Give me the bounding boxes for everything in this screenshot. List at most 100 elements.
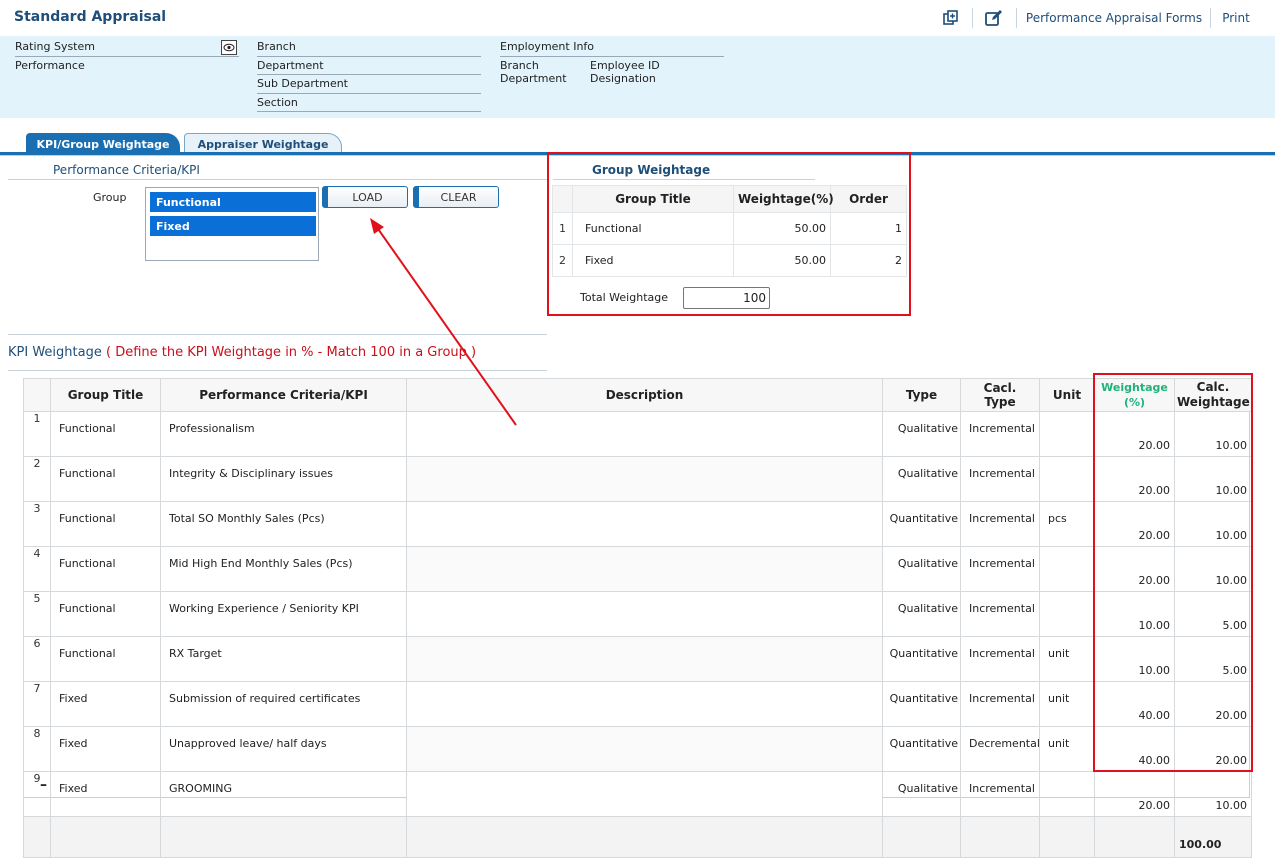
total-weightage-label: Total Weightage [580,291,668,304]
table-row: 6 Functional RX Target Quantitative Incremen… [23,636,1252,682]
edit-icon[interactable] [980,6,1008,30]
row-number: 1 [23,411,51,457]
unit-cell [1039,411,1095,457]
group-title-cell: Fixed [572,244,734,277]
row-number: 5 [23,591,51,637]
description-cell[interactable] [406,636,883,682]
table-header [552,185,573,213]
weightage-cell[interactable]: 50.00 [733,244,831,277]
row-number: 6 [23,636,51,682]
group-title-cell: Functional [50,501,161,547]
row-number: 2 [23,456,51,502]
department-label: Department [257,59,324,72]
group-weightage-table: Group Title Weightage(%) Order 1 Functio… [552,185,907,277]
group-title-cell: Fixed [50,726,161,772]
group-title-cell: Functional [50,636,161,682]
unit-cell: unit [1039,681,1095,727]
table-cell [160,816,407,858]
page-title: Standard Appraisal [14,9,167,25]
calc-type-cell: Incremental [960,501,1040,547]
calc-type-cell: Incremental [960,411,1040,457]
row-number: 3 [23,501,51,547]
row-number: 4 [23,546,51,592]
type-cell: Quantitative [882,501,961,547]
group-title-cell: Fixed [50,681,161,727]
table-row: 5 Functional Working Experience / Seniorit… [23,591,1252,637]
unit-cell [1039,771,1095,817]
group-option-functional[interactable]: Functional [150,192,316,212]
weightage-columns-highlight [1093,373,1253,772]
description-cell[interactable] [406,546,883,592]
unit-cell: pcs [1039,501,1095,547]
collapse-toggle[interactable]: – [40,777,47,793]
description-cell[interactable] [406,681,883,727]
table-cell [23,816,51,858]
table-row: 7 Fixed Submission of required certificate… [23,681,1252,727]
group-label: Group [93,191,127,204]
kpi-weightage-title: KPI Weightage [8,345,102,360]
type-cell: Qualitative [882,456,961,502]
tab-appraiser-weightage[interactable]: Appraiser Weightage [184,133,342,154]
group-title-cell: Fixed [50,771,161,817]
clear-button[interactable]: CLEAR [413,186,499,208]
unit-cell [1039,591,1095,637]
type-cell: Qualitative [882,771,961,817]
branch-label: Branch [257,40,296,53]
description-cell[interactable] [406,501,883,547]
emp-branch-label: Branch [500,59,539,72]
description-cell[interactable] [406,591,883,637]
group-listbox[interactable]: Functional Fixed [145,187,319,261]
toolbar-divider [1210,8,1211,28]
weightage-cell[interactable]: 20.00 [1094,771,1175,817]
order-cell[interactable]: 2 [830,244,907,277]
copy-icon[interactable] [938,6,964,30]
table-row: 1 Functional 50.00 1 [552,212,907,245]
divider [257,111,481,112]
print-link[interactable]: Print [1216,6,1256,30]
table-cell [882,816,961,858]
kpi-cell: Submission of required certificates [160,681,407,727]
group-option-fixed[interactable]: Fixed [150,216,316,236]
description-cell[interactable] [406,771,883,817]
calc-type-cell: Incremental [960,591,1040,637]
kpi-cell: Working Experience / Seniority KPI [160,591,407,637]
type-cell: Qualitative [882,546,961,592]
row-number: 8 [23,726,51,772]
row-number: 7 [23,681,51,727]
table-row: 4 Functional Mid High End Monthly Sales (P… [23,546,1252,592]
total-weightage-field[interactable]: 100 [683,287,770,309]
table-row: 3 Functional Total SO Monthly Sales (Pcs) Q… [23,501,1252,547]
table-cell [50,816,161,858]
table-row: 1 Functional Professionalism Qualitative Inc… [23,411,1252,457]
table-cell [1039,816,1095,858]
row-number: 1 [552,212,573,245]
divider [15,56,239,57]
description-cell[interactable] [406,456,883,502]
criteria-section-title: Performance Criteria/KPI [53,163,200,177]
divider [553,179,815,180]
table-header: Unit [1039,378,1095,412]
kpi-cell: Integrity & Disciplinary issues [160,456,407,502]
table-header: Weightage(%) [733,185,834,213]
weightage-cell[interactable]: 50.00 [733,212,831,245]
divider [257,93,481,94]
unit-cell [1039,456,1095,502]
performance-label: Performance [15,59,85,72]
load-button[interactable]: LOAD [322,186,408,208]
order-cell[interactable]: 1 [830,212,907,245]
section-label: Section [257,96,298,109]
table-cell [406,816,883,858]
table-cell [1094,816,1175,858]
description-cell[interactable] [406,726,883,772]
employment-info-label: Employment Info [500,40,595,53]
unit-cell: unit [1039,636,1095,682]
group-title-cell: Functional [50,546,161,592]
table-cell [960,816,1040,858]
kpi-cell: Mid High End Monthly Sales (Pcs) [160,546,407,592]
eye-icon[interactable] [221,40,237,55]
performance-appraisal-forms-link[interactable]: Performance Appraisal Forms [1024,6,1204,30]
calc-type-cell: Incremental [960,771,1040,817]
tab-kpi-group-weightage[interactable]: KPI/Group Weightage [26,133,180,154]
group-title-cell: Functional [50,591,161,637]
calc-weightage-cell: 10.00 [1174,771,1252,817]
